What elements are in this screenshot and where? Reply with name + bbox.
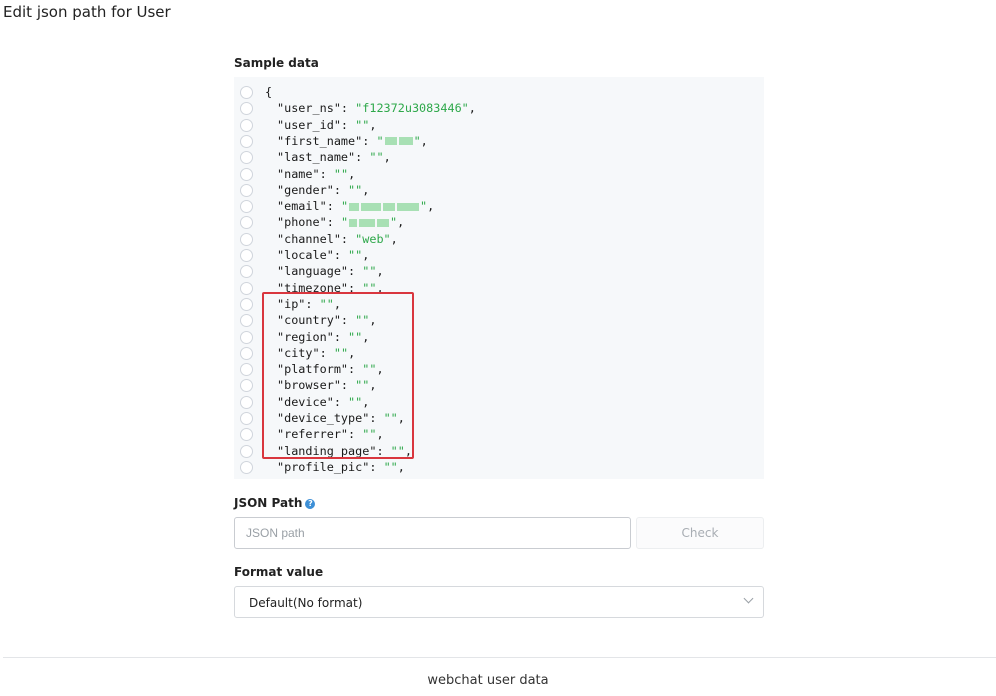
sample-data-label: Sample data xyxy=(234,56,319,70)
line-radio[interactable] xyxy=(240,118,253,132)
page-title: Edit json path for User xyxy=(3,3,171,21)
json-key: "gender" xyxy=(277,182,334,197)
line-radio[interactable] xyxy=(240,102,253,116)
format-value-select[interactable]: Default(No format) xyxy=(234,586,764,618)
code-line[interactable]: "last_name": "", xyxy=(234,149,764,165)
json-key: "language" xyxy=(277,264,349,279)
redacted-block xyxy=(383,202,396,211)
line-radio[interactable] xyxy=(240,297,253,311)
redacted-block xyxy=(349,218,358,227)
line-radio[interactable] xyxy=(240,428,253,442)
line-radio[interactable] xyxy=(240,151,253,165)
json-key: "locale" xyxy=(277,248,334,262)
json-key: "user_ns" xyxy=(277,101,341,116)
code-line-text: "name": "", xyxy=(277,166,356,181)
json-value: "" xyxy=(355,117,370,132)
chevron-down-icon xyxy=(743,593,754,604)
redacted-block xyxy=(377,218,390,227)
json-path-label: JSON Path? xyxy=(234,496,316,510)
code-line-text: "profile_pic": "", xyxy=(277,459,405,474)
json-value: "web" xyxy=(355,231,391,246)
line-radio[interactable] xyxy=(240,134,253,148)
line-radio[interactable] xyxy=(240,249,253,262)
redacted-block xyxy=(397,202,420,211)
code-line-text: "gender": "", xyxy=(277,182,370,197)
json-path-label-text: JSON Path xyxy=(234,496,303,510)
code-line-text: "channel": "web", xyxy=(277,231,398,246)
code-line[interactable]: "profile_pic": "", xyxy=(234,459,764,475)
line-radio[interactable] xyxy=(240,281,253,295)
json-value: "" xyxy=(340,215,398,230)
line-radio[interactable] xyxy=(240,232,253,246)
check-button[interactable]: Check xyxy=(636,517,764,549)
line-radio[interactable] xyxy=(240,183,253,197)
json-value: "" xyxy=(348,248,363,262)
json-key: "name" xyxy=(277,166,320,181)
code-line[interactable]: "name": "", xyxy=(234,166,764,182)
line-radio[interactable] xyxy=(240,265,253,279)
redacted-block xyxy=(398,137,413,146)
json-key: "phone" xyxy=(277,215,327,230)
code-line[interactable]: "channel": "web", xyxy=(234,231,764,247)
json-key: "email" xyxy=(277,199,327,214)
code-line-text: "last_name": "", xyxy=(277,150,391,165)
json-value: "" xyxy=(362,264,377,279)
json-value: "" xyxy=(376,133,421,148)
code-line[interactable]: "phone": " ", xyxy=(234,214,764,230)
json-key: "user_id" xyxy=(277,117,341,132)
json-value: "" xyxy=(340,199,428,214)
line-radio[interactable] xyxy=(240,216,253,230)
line-radio[interactable] xyxy=(240,200,253,214)
code-line[interactable]: "email": " ", xyxy=(234,198,764,214)
line-radio[interactable] xyxy=(240,330,253,344)
redacted-block xyxy=(361,202,382,211)
code-line-text: "user_ns": "f12372u3083446", xyxy=(277,101,476,116)
line-radio[interactable] xyxy=(240,86,253,99)
code-line[interactable]: "first_name": " ", xyxy=(234,133,764,149)
format-value-selected: Default(No format) xyxy=(249,596,363,610)
redacted-block xyxy=(349,202,360,211)
json-value: "" xyxy=(333,166,349,181)
code-line[interactable]: "language": "", xyxy=(234,263,764,279)
code-line-text: "phone": " ", xyxy=(277,215,405,230)
redacted-block xyxy=(359,218,376,227)
json-key: "channel" xyxy=(277,231,341,246)
json-key: "first_name" xyxy=(277,133,363,148)
divider xyxy=(3,657,996,658)
line-radio[interactable] xyxy=(240,167,253,181)
json-value: "" xyxy=(348,182,363,197)
line-radio[interactable] xyxy=(240,412,253,425)
footer-label: webchat user data xyxy=(427,673,549,688)
code-line[interactable]: "user_id": "", xyxy=(234,117,764,133)
redacted-block xyxy=(384,137,397,146)
code-line-text: "first_name": " ", xyxy=(277,133,428,148)
code-line-text: "email": " ", xyxy=(277,199,435,214)
line-radio[interactable] xyxy=(240,314,253,328)
json-value: "" xyxy=(383,459,398,474)
open-brace: { xyxy=(265,85,273,99)
code-line-text: "language": "", xyxy=(277,264,384,279)
code-line[interactable]: "locale": "", xyxy=(234,247,764,263)
format-value-label: Format value xyxy=(234,565,324,579)
code-line-text: "user_id": "", xyxy=(277,117,377,132)
code-line[interactable]: "gender": "", xyxy=(234,182,764,198)
json-key: "last_name" xyxy=(277,150,356,165)
line-radio[interactable] xyxy=(240,346,253,360)
code-line[interactable]: "user_ns": "f12372u3083446", xyxy=(234,100,764,116)
line-radio[interactable] xyxy=(240,460,253,474)
code-line-text: "locale": "", xyxy=(277,248,370,262)
json-path-input[interactable] xyxy=(234,517,631,549)
line-radio[interactable] xyxy=(240,363,253,377)
json-value: "" xyxy=(369,150,384,165)
json-value: "f12372u3083446" xyxy=(355,101,469,116)
json-key: "profile_pic" xyxy=(277,459,370,474)
line-radio[interactable] xyxy=(240,395,253,409)
question-circle-icon[interactable]: ? xyxy=(305,499,316,509)
highlight-box xyxy=(262,292,414,459)
line-radio[interactable] xyxy=(240,379,253,393)
line-radio[interactable] xyxy=(240,444,253,458)
code-line-open-brace[interactable]: { xyxy=(234,84,764,100)
